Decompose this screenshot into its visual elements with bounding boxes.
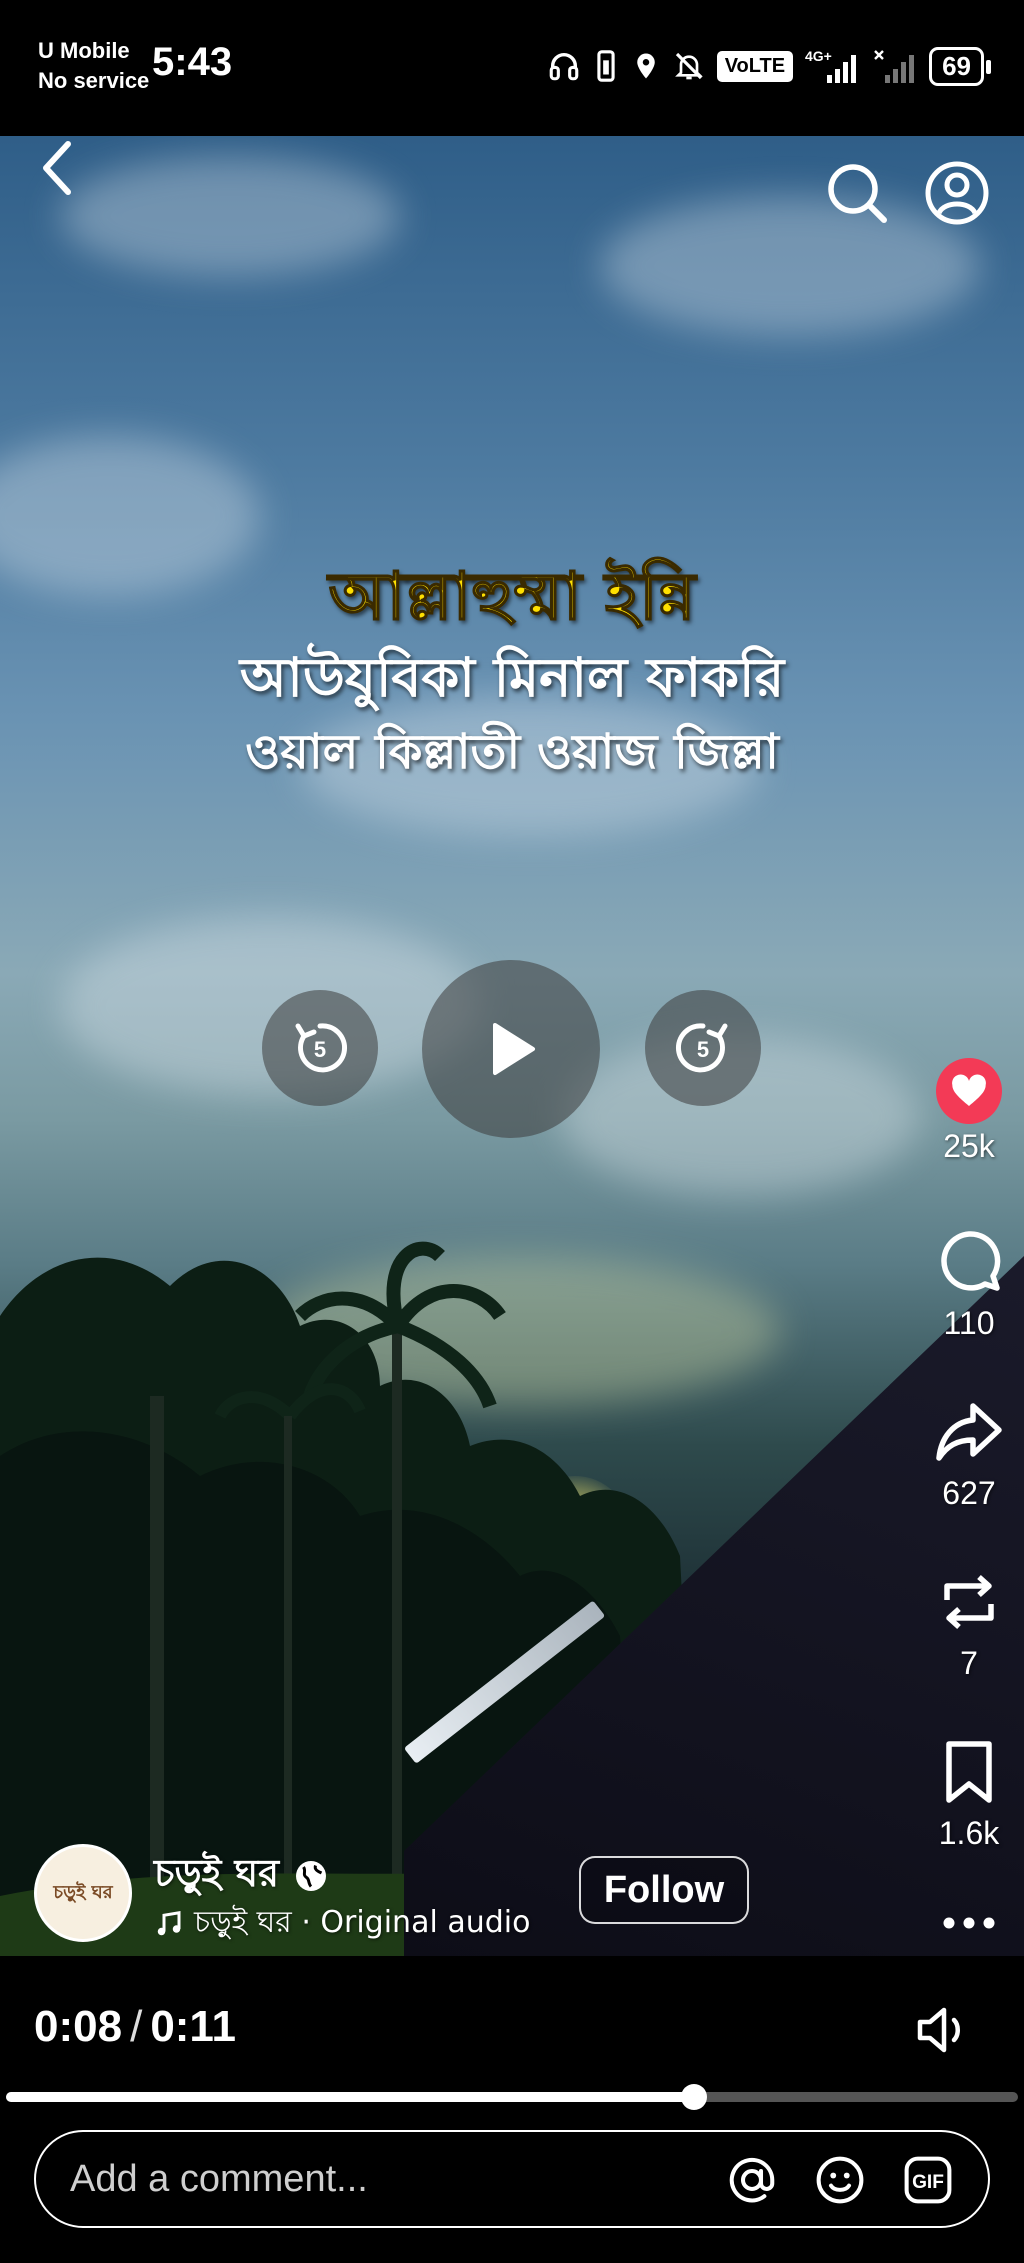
share-count: 627: [942, 1475, 996, 1511]
battery-indicator: 69: [929, 46, 991, 86]
more-options-button[interactable]: [914, 1908, 1024, 1943]
progress-fill: [6, 2092, 695, 2102]
play-button[interactable]: [422, 960, 600, 1138]
forward-button[interactable]: 5: [645, 990, 761, 1106]
music-note-icon: [157, 1910, 181, 1935]
repost-count: 7: [960, 1645, 978, 1681]
player-controls: 0:08/0:11 GIF: [0, 1956, 1024, 2263]
notifications-off-icon: [674, 52, 703, 80]
save-action[interactable]: 1.6k: [914, 1738, 1024, 1852]
repost-icon[interactable]: [935, 1568, 1003, 1636]
more-icon[interactable]: [935, 1908, 1003, 1938]
comment-action[interactable]: 110: [914, 1228, 1024, 1342]
audio-info[interactable]: চড়ুই ঘর · Original audio: [154, 1898, 530, 1949]
comment-icon[interactable]: [935, 1228, 1003, 1296]
avatar[interactable]: চড়ুই ঘর: [34, 1844, 132, 1942]
play-icon: [493, 1023, 535, 1075]
bookmark-icon[interactable]: [935, 1738, 1003, 1806]
rewind-seconds: 5: [314, 1037, 326, 1062]
progress-bar[interactable]: [6, 2084, 1018, 2110]
at-icon: [729, 2157, 775, 2203]
volte-badge: VoLTE: [716, 50, 794, 82]
duration: 0:11: [150, 2002, 236, 2051]
overlay-text-line2: আউযুবিকা মিনাল ফাকরি: [239, 646, 785, 709]
rewind-button[interactable]: 5: [262, 990, 378, 1106]
forward-5-icon: 5: [676, 1023, 728, 1073]
gif-label: GIF: [912, 2172, 944, 2193]
back-chevron-icon[interactable]: [34, 138, 84, 198]
location-icon: [636, 53, 655, 79]
time-separator: /: [130, 2002, 143, 2051]
like-count: 25k: [943, 1128, 995, 1164]
profile-icon[interactable]: [924, 160, 990, 226]
emoji-button[interactable]: [812, 2152, 868, 2208]
vibrate-icon: [597, 50, 615, 82]
share-icon[interactable]: [935, 1398, 1003, 1466]
progress-thumb[interactable]: [681, 2084, 708, 2110]
like-action[interactable]: 25k: [914, 1058, 1024, 1165]
status-bar: U Mobile No service 5:43 VoLTE 4G+ 69: [0, 0, 1024, 136]
carrier-name: U Mobile: [38, 38, 130, 63]
share-action[interactable]: 627: [914, 1398, 1024, 1512]
save-count: 1.6k: [938, 1815, 1000, 1851]
gif-icon: GIF: [904, 2156, 952, 2204]
cloud: [60, 156, 400, 276]
time-display: 0:08/0:11: [34, 2002, 236, 2052]
volume-icon[interactable]: [912, 2000, 972, 2060]
svg-text:4G+: 4G+: [805, 48, 832, 64]
current-time: 0:08: [34, 2002, 123, 2051]
gif-button[interactable]: GIF: [900, 2152, 956, 2208]
repost-action[interactable]: 7: [914, 1568, 1024, 1682]
headphones-icon: [549, 53, 579, 81]
avatar-text: চড়ুই ঘর: [53, 1882, 113, 1903]
heart-icon: [952, 1074, 986, 1106]
follow-button[interactable]: Follow: [579, 1856, 749, 1924]
status-time: 5:43: [152, 40, 233, 84]
smiley-icon: [816, 2156, 864, 2204]
audio-label: চড়ুই ঘর · Original audio: [194, 1905, 531, 1940]
globe-icon: [296, 1861, 327, 1891]
comment-input[interactable]: [70, 2132, 710, 2226]
overlay-text-line3: ওয়াল কিল্লাতী ওয়াজ জিল্লা: [245, 724, 779, 780]
signal-no-service-icon: [874, 50, 915, 83]
status-icons: VoLTE 4G+ 69: [547, 44, 991, 88]
rewind-5-icon: 5: [295, 1023, 347, 1073]
cloud: [600, 196, 980, 336]
comment-bar: GIF: [34, 2130, 990, 2228]
carrier-info: U Mobile No service: [38, 36, 149, 96]
mention-button[interactable]: [724, 2152, 780, 2208]
comment-count: 110: [943, 1305, 995, 1341]
like-button[interactable]: [936, 1058, 1002, 1124]
forward-seconds: 5: [697, 1037, 709, 1062]
service-status: No service: [38, 68, 150, 93]
signal-4g-icon: 4G+: [805, 48, 857, 83]
search-icon[interactable]: [824, 160, 890, 226]
